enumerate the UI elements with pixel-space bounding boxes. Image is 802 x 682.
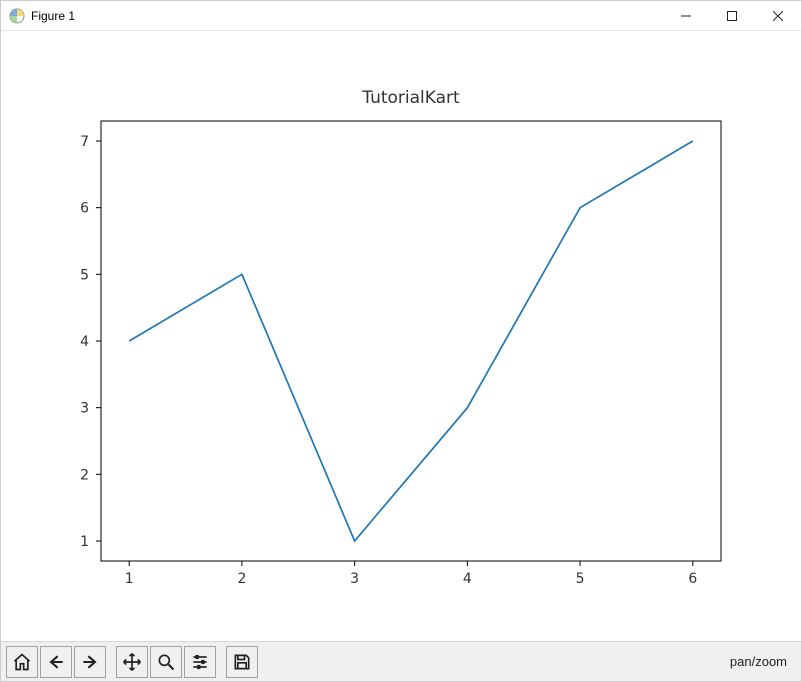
home-icon [12,652,32,672]
x-tick-label: 6 [688,571,697,587]
toolbar-status: pan/zoom [730,654,797,669]
zoom-button[interactable] [150,646,182,678]
x-tick-label: 2 [237,571,246,587]
configure-button[interactable] [184,646,216,678]
home-button[interactable] [6,646,38,678]
x-tick-label: 4 [463,571,472,587]
minimize-button[interactable] [663,1,709,31]
chart-title: TutorialKart [361,88,460,108]
save-icon [232,652,252,672]
arrow-left-icon [46,652,66,672]
y-tick-label: 2 [80,467,89,483]
window-titlebar: Figure 1 [1,1,801,31]
window-title: Figure 1 [31,9,75,23]
arrow-right-icon [80,652,100,672]
y-tick-label: 7 [80,134,89,150]
forward-button[interactable] [74,646,106,678]
chart: TutorialKart 1 2 3 4 5 6 1 2 3 4 5 6 7 [1,31,801,641]
app-icon [9,8,25,24]
y-tick-label: 6 [80,201,89,217]
magnifier-icon [156,652,176,672]
save-button[interactable] [226,646,258,678]
y-tick-label: 4 [80,334,89,350]
maximize-button[interactable] [709,1,755,31]
series-line [129,141,693,541]
close-button[interactable] [755,1,801,31]
axes-frame [101,121,721,561]
x-tick-label: 5 [576,571,585,587]
x-tick-label: 1 [125,571,134,587]
x-tick-label: 3 [350,571,359,587]
sliders-icon [190,652,210,672]
plot-canvas[interactable]: TutorialKart 1 2 3 4 5 6 1 2 3 4 5 6 7 [1,31,801,641]
move-icon [122,652,142,672]
y-tick-label: 3 [80,401,89,417]
y-tick-label: 1 [80,534,89,550]
pan-button[interactable] [116,646,148,678]
y-tick-label: 5 [80,267,89,283]
navigation-toolbar: pan/zoom [1,641,801,681]
back-button[interactable] [40,646,72,678]
